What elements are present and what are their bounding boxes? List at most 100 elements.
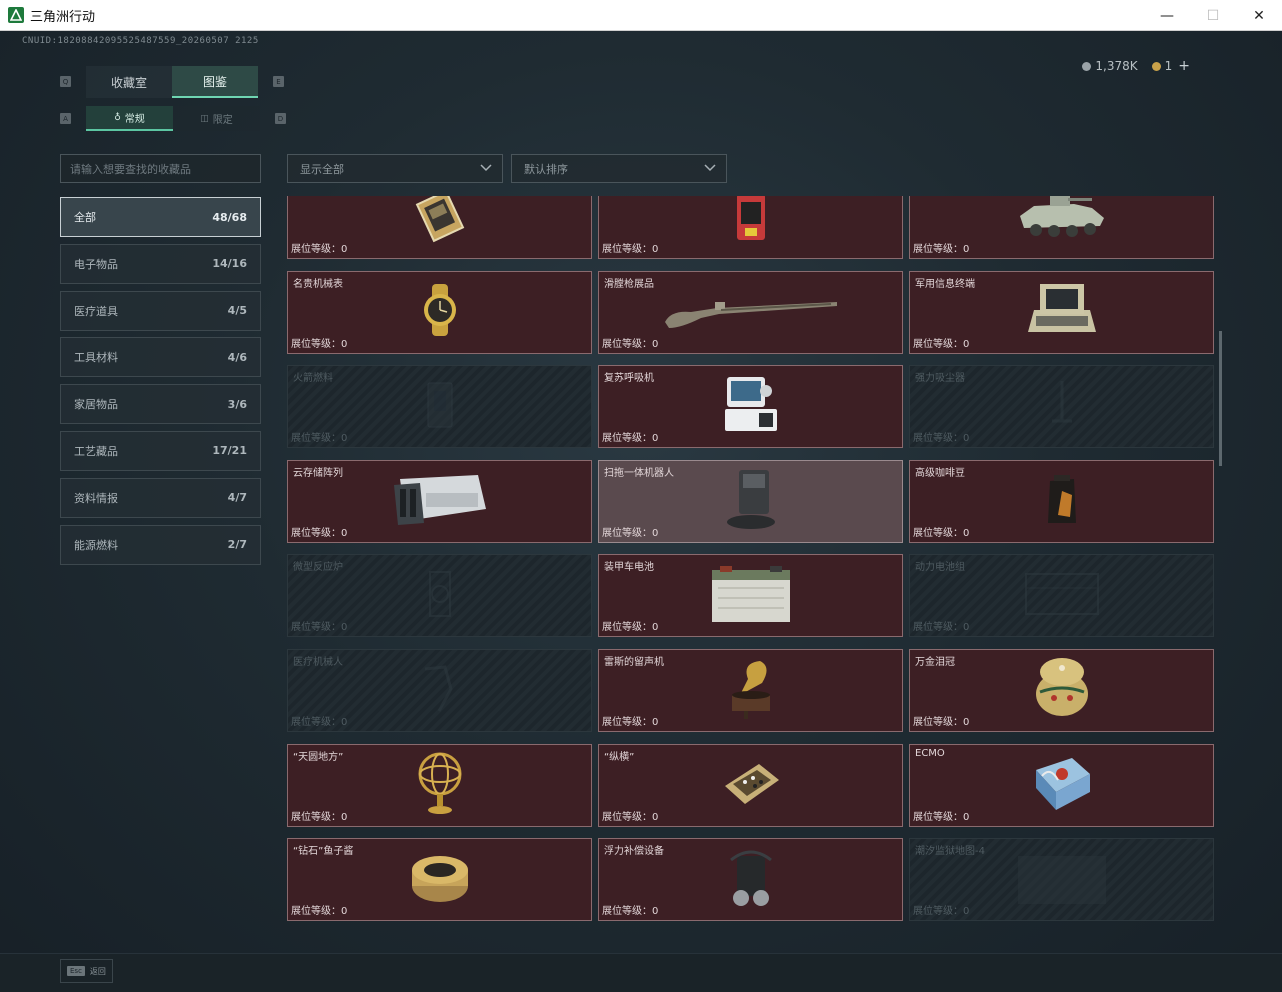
collection-item-card[interactable]: 动力电池组 展位等级：0 bbox=[909, 554, 1214, 638]
vacuum-icon bbox=[1042, 377, 1082, 437]
item-name: “天圆地方” bbox=[293, 751, 344, 763]
item-name: 强力吸尘器 bbox=[915, 373, 965, 385]
minimize-button[interactable]: — bbox=[1144, 0, 1190, 31]
item-display-level: 展位等级：0 bbox=[913, 338, 970, 350]
item-name: 云存储阵列 bbox=[293, 467, 343, 479]
maximize-button[interactable]: ☐ bbox=[1190, 0, 1236, 31]
category-household[interactable]: 家居物品 3/6 bbox=[60, 384, 261, 425]
silver-coin-icon bbox=[1082, 62, 1092, 71]
hotkey-prev-tab: Q bbox=[60, 76, 71, 87]
collection-item-card[interactable]: “钻石”鱼子酱 展位等级：0 bbox=[287, 838, 592, 922]
collection-item-card[interactable]: 军用信息终端 展位等级：0 bbox=[909, 270, 1214, 354]
tab-catalog[interactable]: 图鉴 bbox=[172, 66, 258, 98]
collection-item-card[interactable]: 云存储阵列展位等级：0 bbox=[287, 459, 592, 543]
item-display-level: 展位等级：0 bbox=[291, 244, 348, 255]
item-display-level: 展位等级：0 bbox=[602, 622, 659, 634]
item-name: 扫拖一体机器人 bbox=[604, 467, 674, 479]
category-crafts[interactable]: 工艺藏品 17/21 bbox=[60, 430, 261, 471]
item-display-level: 展位等级：0 bbox=[291, 433, 348, 445]
collection-item-card[interactable]: 名贵机械表 展位等级：0 bbox=[287, 270, 592, 354]
chevron-down-icon bbox=[704, 164, 716, 172]
hotkey-prev-subtab: A bbox=[60, 113, 71, 124]
collection-item-card[interactable]: 步战车模型展位等级：0 bbox=[909, 196, 1214, 259]
hotkey-next-tab: E bbox=[273, 76, 284, 87]
collection-item-card[interactable]: 复苏呼吸机 展位等级：0 bbox=[598, 365, 903, 449]
category-label: 电子物品 bbox=[74, 257, 118, 271]
collection-item-card[interactable]: 高级咖啡豆 展位等级：0 bbox=[909, 459, 1214, 543]
category-count: 2/7 bbox=[227, 538, 247, 552]
item-name: ECMO bbox=[915, 747, 945, 759]
defibrillator-icon bbox=[731, 196, 771, 248]
item-name: 雷斯的留声机 bbox=[604, 657, 664, 668]
collection-item-card[interactable]: 装甲车电池 展位等级：0 bbox=[598, 554, 903, 638]
limited-icon: ◫ bbox=[200, 113, 209, 124]
collection-item-card[interactable]: 自动体外除颤器展位等级：0 bbox=[598, 196, 903, 259]
add-currency-button[interactable]: + bbox=[1178, 58, 1190, 74]
collection-item-card[interactable]: 万金泪冠 展位等级：0 bbox=[909, 649, 1214, 732]
gold-currency: 1 + bbox=[1151, 58, 1190, 74]
close-button[interactable]: ✕ bbox=[1236, 0, 1282, 31]
chessboard-icon bbox=[719, 758, 783, 812]
item-display-level: 展位等级：0 bbox=[602, 527, 659, 539]
category-tools[interactable]: 工具材料 4/6 bbox=[60, 337, 261, 378]
search-input[interactable]: 请输入想要查找的收藏品 bbox=[60, 154, 261, 183]
category-count: 4/5 bbox=[227, 304, 247, 318]
item-display-level: 展位等级：0 bbox=[913, 717, 970, 728]
filter-dropdown[interactable]: 显示全部 bbox=[287, 154, 503, 183]
item-display-level: 展位等级：0 bbox=[913, 811, 970, 823]
collection-item-card[interactable]: 医疗机械人 展位等级：0 bbox=[287, 649, 592, 732]
sort-dropdown-value: 默认排序 bbox=[524, 162, 568, 176]
subtab-regular[interactable]: ♁ 常规 bbox=[86, 106, 173, 131]
category-all[interactable]: 全部 48/68 bbox=[60, 197, 261, 237]
collection-item-card[interactable]: 强力吸尘器展位等级：0 bbox=[909, 365, 1214, 449]
sort-dropdown[interactable]: 默认排序 bbox=[511, 154, 727, 183]
category-list: 全部 48/68 电子物品 14/16 医疗道具 4/5 工具材料 4/6 家居物品 3/… bbox=[60, 197, 261, 571]
collection-item-card[interactable]: 浮力补偿设备 展位等级：0 bbox=[598, 838, 903, 922]
regular-icon: ♁ bbox=[114, 112, 121, 123]
watch-icon bbox=[414, 282, 466, 342]
app-logo-icon bbox=[8, 7, 24, 23]
category-label: 全部 bbox=[74, 211, 96, 224]
ventilator-icon bbox=[719, 375, 783, 439]
item-display-level: 展位等级：0 bbox=[913, 527, 970, 539]
subtab-limited[interactable]: ◫ 限定 bbox=[173, 106, 260, 131]
collection-item-card[interactable]: “天圆地方” 展位等级：0 bbox=[287, 743, 592, 827]
item-name: “钻石”鱼子酱 bbox=[293, 846, 354, 858]
grid-scrollbar[interactable] bbox=[1219, 331, 1222, 466]
musket-icon bbox=[661, 288, 841, 336]
bcd-icon bbox=[723, 846, 779, 914]
item-display-level: 展位等级：0 bbox=[291, 811, 348, 823]
collection-item-card[interactable]: 扫拖一体机器人 展位等级：0 bbox=[598, 459, 903, 543]
tab-collection-room[interactable]: 收藏室 bbox=[86, 66, 172, 98]
silver-amount: 1,378K bbox=[1095, 59, 1138, 73]
collection-item-card[interactable]: 潮汐监狱地图-4 展位等级：0 bbox=[909, 838, 1214, 922]
item-display-level: 展位等级：0 bbox=[602, 338, 659, 350]
item-display-level: 展位等级：0 bbox=[913, 433, 970, 445]
category-label: 能源燃料 bbox=[74, 538, 118, 552]
category-medical[interactable]: 医疗道具 4/5 bbox=[60, 290, 261, 331]
bottom-bar bbox=[0, 953, 1282, 992]
category-energy[interactable]: 能源燃料 2/7 bbox=[60, 524, 261, 565]
collection-item-card[interactable]: 雷斯的留声机 展位等级：0 bbox=[598, 649, 903, 732]
item-name: 火箭燃料 bbox=[293, 373, 333, 385]
collection-item-card[interactable]: “纵横” 展位等级：0 bbox=[598, 743, 903, 827]
collection-item-card[interactable]: ECMO 展位等级：0 bbox=[909, 743, 1214, 827]
battery-icon bbox=[706, 564, 796, 628]
collection-item-card[interactable]: 火箭燃料展位等级：0 bbox=[287, 365, 592, 449]
category-count: 4/7 bbox=[227, 491, 247, 505]
item-name: 浮力补偿设备 bbox=[604, 846, 664, 858]
coffee-bag-icon bbox=[1044, 471, 1080, 531]
collection-item-card[interactable]: 微型反应炉 展位等级：0 bbox=[287, 554, 592, 638]
item-display-level: 展位等级：0 bbox=[291, 527, 348, 539]
category-intel[interactable]: 资料情报 4/7 bbox=[60, 477, 261, 518]
collection-item-card[interactable]: 滑膛枪展品 展位等级：0 bbox=[598, 270, 903, 354]
category-electronics[interactable]: 电子物品 14/16 bbox=[60, 243, 261, 284]
collection-item-card[interactable]: 曼德尔超算单元展位等级：0 bbox=[287, 196, 592, 259]
main-tabs: 收藏室 图鉴 bbox=[86, 66, 258, 98]
back-button[interactable]: Esc 返回 bbox=[60, 959, 113, 983]
category-label: 工具材料 bbox=[74, 351, 118, 365]
item-name: 动力电池组 bbox=[915, 562, 965, 574]
item-name: 军用信息终端 bbox=[915, 278, 975, 290]
item-name: 微型反应炉 bbox=[293, 562, 343, 574]
subtab-limited-label: 限定 bbox=[212, 115, 233, 126]
